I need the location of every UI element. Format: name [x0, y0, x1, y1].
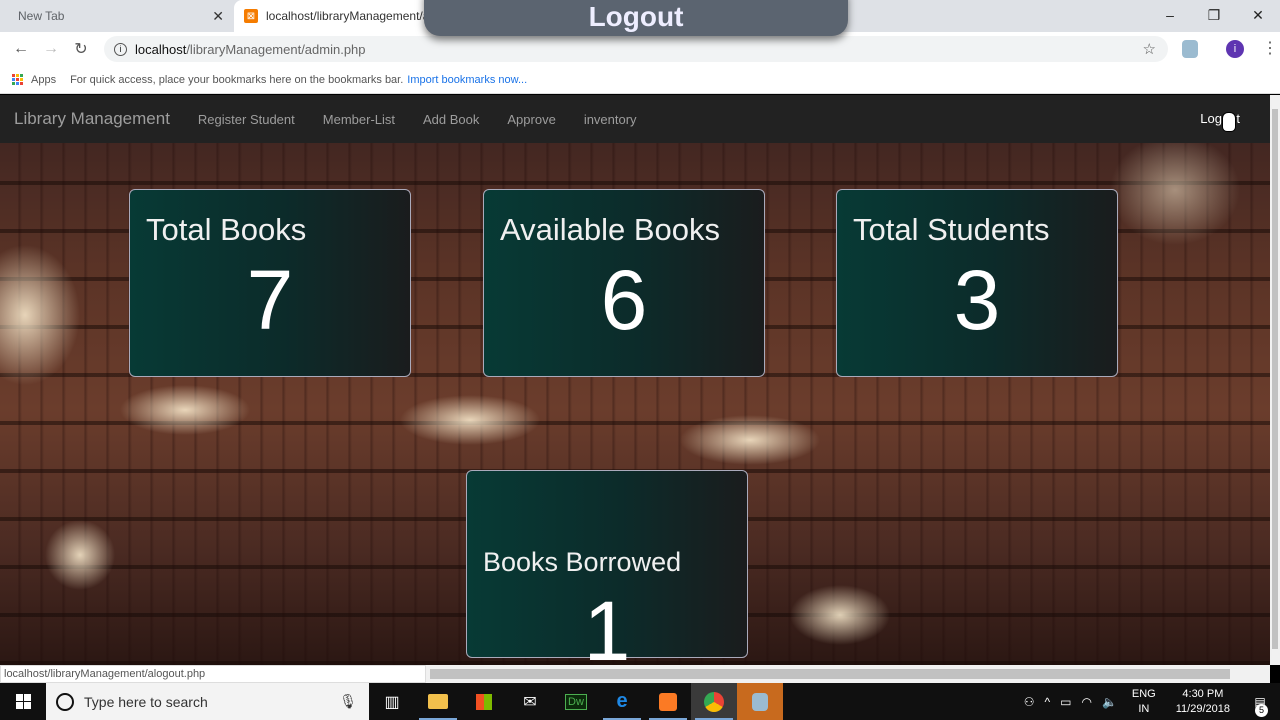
cortana-icon [56, 692, 74, 711]
battery-icon[interactable]: ▭ [1060, 695, 1071, 709]
stat-label: Total Students [853, 212, 1050, 247]
stat-value: 7 [246, 253, 294, 347]
wifi-icon[interactable]: ◠ [1081, 695, 1091, 709]
back-arrow-icon[interactable]: ← [6, 40, 36, 58]
region-code: IN [1138, 702, 1150, 715]
xampp-favicon-icon: ⊠ [244, 9, 258, 23]
clock-time: 4:30 PM [1182, 687, 1224, 700]
file-explorer-icon[interactable] [415, 683, 461, 720]
clock[interactable]: 4:30 PM 11/29/2018 [1171, 687, 1235, 717]
virtualbox-icon[interactable] [737, 683, 783, 720]
window-controls: – ❐ ✕ [1148, 0, 1280, 30]
nav-member-list[interactable]: Member-List [323, 112, 395, 127]
clock-date: 11/29/2018 [1175, 702, 1230, 715]
close-tab-icon[interactable]: ✕ [212, 8, 224, 25]
tab-new-tab[interactable]: New Tab ✕ [0, 0, 232, 32]
bookmark-star-icon[interactable]: ☆ [1143, 40, 1156, 58]
bookmarks-bar: Apps For quick access, place your bookma… [0, 66, 1280, 94]
restore-icon[interactable]: ❐ [1192, 0, 1236, 30]
minimize-icon[interactable]: – [1148, 0, 1192, 30]
address-bar[interactable]: i localhost/libraryManagement/admin.php … [104, 36, 1168, 62]
windows-taskbar: Type here to search 🎙 ▥ ✉ Dw e ⚇ ^ ▭ ◠ 🔈… [0, 683, 1280, 720]
stat-value: 1 [583, 584, 631, 665]
apps-grid-icon[interactable] [12, 74, 23, 85]
dreamweaver-icon[interactable]: Dw [553, 683, 599, 720]
url-host: localhost [135, 41, 187, 57]
volume-icon[interactable]: 🔈 [1102, 695, 1117, 709]
nav-add-book[interactable]: Add Book [423, 112, 479, 127]
horizontal-scrollbar[interactable] [426, 665, 1270, 683]
menu-kebab-icon[interactable]: ⋮ [1262, 38, 1278, 58]
taskbar-search-box[interactable]: Type here to search 🎙 [46, 683, 369, 720]
task-view-icon[interactable]: ▥ [369, 683, 415, 720]
nav-register-student[interactable]: Register Student [198, 112, 295, 127]
stat-value: 3 [953, 253, 1001, 347]
language-indicator[interactable]: ENG IN [1127, 687, 1161, 717]
stat-label: Available Books [500, 212, 721, 247]
people-icon[interactable]: ⚇ [1024, 695, 1035, 709]
start-button[interactable] [0, 683, 46, 720]
stat-card-total-students: Total Students 3 [836, 189, 1118, 377]
action-center-icon[interactable]: ▤ 5 [1245, 695, 1275, 717]
close-window-icon[interactable]: ✕ [1236, 0, 1280, 30]
notification-badge: 5 [1255, 703, 1268, 717]
brand-link[interactable]: Library Management [14, 109, 170, 129]
stat-card-available-books: Available Books 6 [483, 189, 765, 377]
microphone-icon[interactable]: 🎙 [339, 693, 357, 710]
chrome-icon[interactable] [691, 683, 737, 720]
mouse-pointer-icon [1222, 112, 1236, 132]
nav-approve[interactable]: Approve [507, 112, 555, 127]
forward-arrow-icon[interactable]: → [36, 40, 66, 58]
system-tray: ⚇ ^ ▭ ◠ 🔈 ENG IN 4:30 PM 11/29/2018 ▤ 5 [1019, 683, 1280, 720]
apps-label[interactable]: Apps [31, 74, 56, 86]
language-code: ENG [1131, 687, 1156, 700]
stat-label: Total Books [146, 212, 307, 247]
show-hidden-icons[interactable]: ^ [1044, 695, 1050, 709]
edge-icon[interactable]: e [599, 683, 645, 720]
search-placeholder: Type here to search [84, 693, 208, 710]
logout-caption-overlay: Logout [424, 0, 848, 36]
store-icon[interactable] [461, 683, 507, 720]
tab-admin[interactable]: ⊠ localhost/libraryManagement/a [234, 0, 434, 32]
scrollbar-thumb[interactable] [1272, 109, 1278, 649]
mail-icon[interactable]: ✉ [507, 683, 553, 720]
stat-label: Books Borrowed [483, 547, 682, 577]
import-bookmarks-link[interactable]: Import bookmarks now... [407, 74, 527, 86]
browser-toolbar: ← → ↻ i localhost/libraryManagement/admi… [0, 32, 1280, 66]
windows-logo-icon [15, 694, 31, 709]
profile-avatar[interactable]: i [1226, 40, 1244, 58]
tab-title: New Tab [18, 9, 65, 23]
top-navbar: Library Management Register Student Memb… [0, 95, 1270, 143]
scrollbar-thumb[interactable] [430, 669, 1230, 679]
stat-value: 6 [600, 253, 648, 347]
bookmarks-hint: For quick access, place your bookmarks h… [70, 73, 404, 86]
stat-card-books-borrowed: Books Borrowed 1 [466, 470, 748, 665]
status-url: localhost/libraryManagement/alogout.php [0, 665, 426, 683]
vertical-scrollbar[interactable] [1270, 95, 1280, 665]
extension-cube-icon[interactable] [1182, 40, 1198, 58]
reload-icon[interactable]: ↻ [66, 39, 96, 59]
stat-card-total-books: Total Books 7 [129, 189, 411, 377]
tab-title: localhost/libraryManagement/a [266, 9, 430, 23]
page-background: Library Management Register Student Memb… [0, 95, 1270, 665]
nav-inventory[interactable]: inventory [584, 112, 637, 127]
info-icon[interactable]: i [114, 42, 127, 56]
url-path: /libraryManagement/admin.php [186, 41, 366, 57]
xampp-icon[interactable] [645, 683, 691, 720]
